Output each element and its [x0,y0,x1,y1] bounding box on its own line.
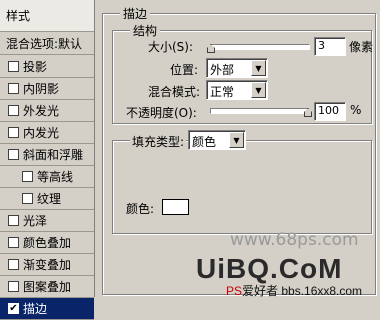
checkbox[interactable] [8,237,19,248]
style-item-label: 描边 [23,302,48,316]
blend-options-item[interactable]: 混合选项:默认 [0,33,94,55]
style-item[interactable]: 渐变叠加 [0,254,94,276]
style-item[interactable]: 光泽 [0,210,94,232]
fill-type-label: 填充类型: [130,133,187,150]
fill-type-select[interactable]: 颜色 ▼ [188,130,246,150]
color-swatch[interactable] [162,199,189,215]
watermark-footer-text: 爱好者 bbs.16xx8.com [242,284,363,298]
chevron-down-icon[interactable]: ▼ [229,132,244,148]
style-item-label: 等高线 [37,170,74,184]
structure-group-title: 结构 [130,22,161,39]
checkbox[interactable] [8,127,19,138]
styles-panel: 样式 混合选项:默认 投影内阴影外发光内发光斜面和浮雕等高线纹理光泽颜色叠加渐变… [0,0,95,320]
blend-mode-value: 正常 [210,85,235,99]
watermark-footer: PS爱好者 bbs.16xx8.com [226,282,362,299]
style-item-label: 渐变叠加 [23,258,72,272]
opacity-slider-track[interactable] [210,108,310,114]
style-item[interactable]: 外发光 [0,100,94,122]
style-item[interactable]: 颜色叠加 [0,232,94,254]
checkbox[interactable] [8,149,19,160]
checkbox[interactable] [8,61,19,72]
checkbox[interactable] [8,215,19,226]
styles-title[interactable]: 样式 [0,0,94,32]
style-item-label: 图案叠加 [23,280,72,294]
stroke-group-title: 描边 [120,5,151,22]
watermark-footer-red: PS [226,284,243,298]
color-label: 颜色: [126,202,155,216]
style-item-label: 纹理 [37,192,62,206]
opacity-label: 不透明度(O): [126,106,197,120]
blend-mode-select[interactable]: 正常 ▼ [206,80,268,100]
position-label: 位置: [170,63,199,77]
opacity-unit-label: % [350,103,362,117]
checkbox[interactable] [8,105,19,116]
style-item[interactable]: 内阴影 [0,78,94,100]
opacity-input[interactable]: 100 [314,102,346,121]
style-item-label: 光泽 [23,214,48,228]
check-icon[interactable]: ✔ [8,303,19,314]
style-item-label: 外发光 [23,104,60,118]
style-item-label: 斜面和浮雕 [23,148,84,162]
chevron-down-icon[interactable]: ▼ [251,82,266,98]
size-unit-label: 像素 [349,40,374,54]
blend-mode-label: 混合模式: [148,85,201,99]
style-item[interactable]: ✔ 描边 [0,298,94,320]
position-value: 外部 [210,63,235,77]
checkbox[interactable] [22,193,33,204]
style-item[interactable]: 图案叠加 [0,276,94,298]
style-item-label: 投影 [23,60,48,74]
position-select[interactable]: 外部 ▼ [206,58,268,78]
size-slider-track[interactable] [210,44,310,50]
fill-type-value: 颜色 [192,135,217,149]
checkbox[interactable] [8,281,19,292]
chevron-down-icon[interactable]: ▼ [251,60,266,76]
checkbox[interactable] [22,171,33,182]
style-item[interactable]: 等高线 [0,166,94,188]
size-input[interactable]: 3 [314,37,346,56]
fill-group [112,140,372,234]
style-item-label: 内阴影 [23,82,60,96]
style-item[interactable]: 内发光 [0,122,94,144]
style-item-label: 内发光 [23,126,60,140]
style-item[interactable]: 纹理 [0,188,94,210]
watermark-brand: UiBQ.CoM [196,253,343,284]
style-item[interactable]: 斜面和浮雕 [0,144,94,166]
watermark-site: www.68ps.com [230,230,359,250]
size-label: 大小(S): [148,40,194,54]
checkbox[interactable] [8,259,19,270]
style-item-label: 颜色叠加 [23,236,72,250]
checkbox[interactable] [8,83,19,94]
style-item[interactable]: 投影 [0,56,94,78]
